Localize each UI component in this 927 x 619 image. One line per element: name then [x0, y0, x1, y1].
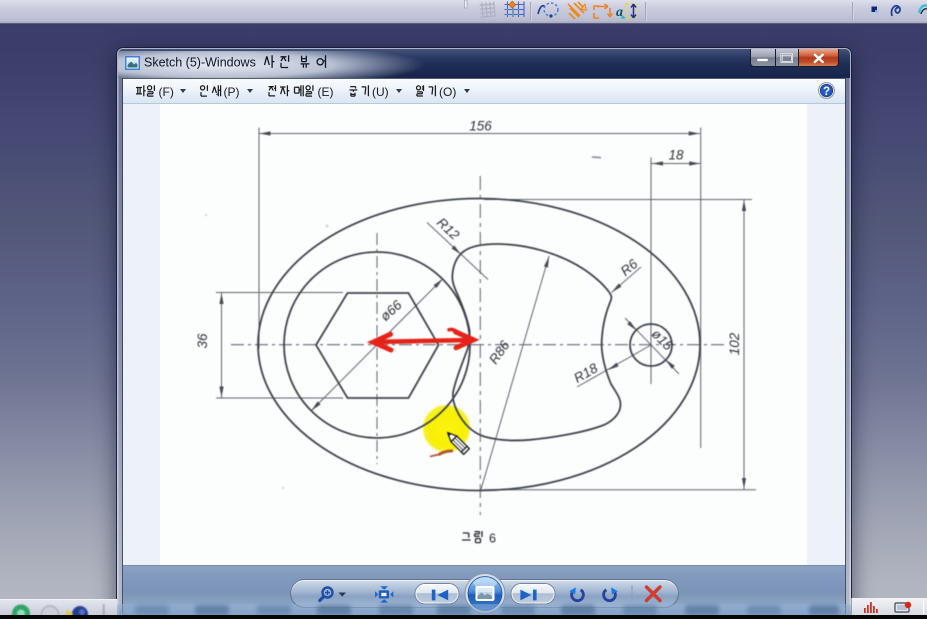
svg-text:R86: R86: [486, 338, 513, 367]
svg-text:156: 156: [469, 119, 492, 134]
svg-text:(E): (E): [318, 85, 334, 99]
svg-text:Sketch (5)-Windows: Sketch (5)-Windows: [144, 56, 256, 70]
svg-text:R12: R12: [434, 215, 463, 243]
svg-text:ø66: ø66: [377, 297, 405, 324]
svg-text:(O): (O): [439, 85, 456, 99]
svg-text:(F): (F): [159, 85, 174, 99]
svg-text:36: 36: [195, 333, 210, 349]
svg-text:?: ?: [823, 85, 830, 97]
svg-text:(U): (U): [372, 85, 389, 99]
svg-text:R6: R6: [618, 256, 641, 279]
svg-text:(P): (P): [224, 85, 240, 99]
svg-text:6: 6: [489, 532, 496, 546]
svg-text:18: 18: [668, 148, 684, 163]
svg-text:102: 102: [727, 332, 742, 355]
